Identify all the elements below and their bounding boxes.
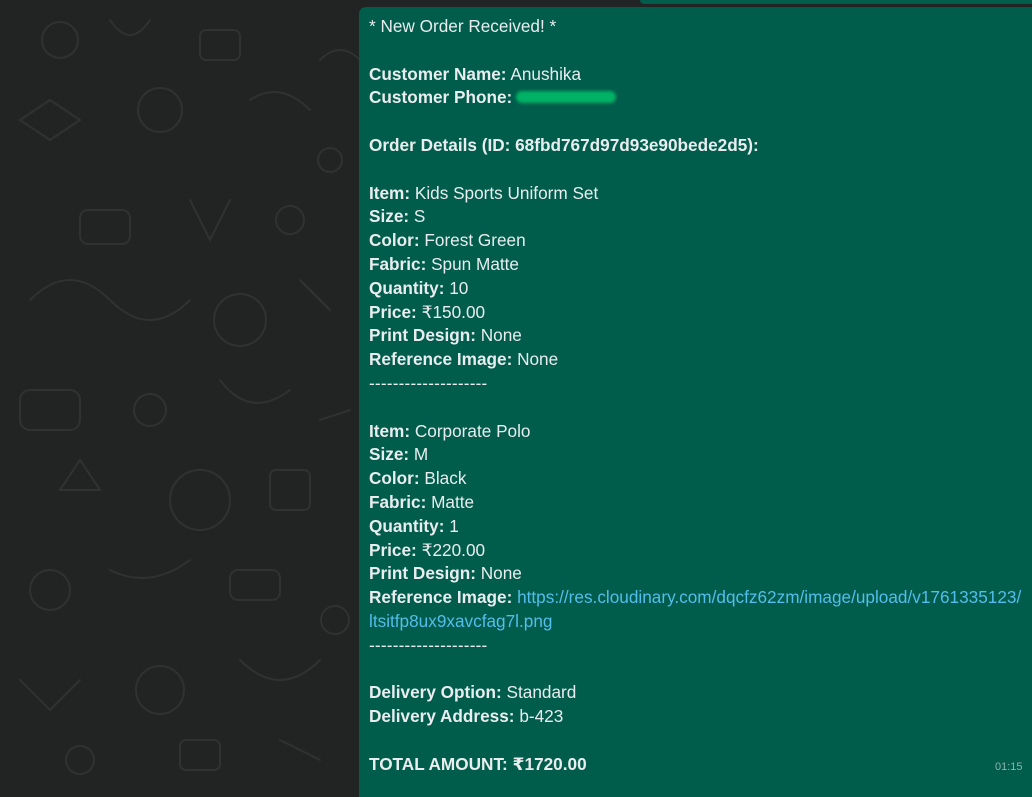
item-1-fabric-line: Fabric: Spun Matte: [369, 253, 1032, 277]
item-2-color-line: Color: Black: [369, 467, 1032, 491]
customer-name-value: Anushika: [510, 63, 582, 84]
item-1-reference-image: None: [517, 349, 559, 370]
order-details-label: Order Details (ID: 68fbd767d97d93e90bede…: [369, 134, 759, 155]
item-2-quantity-line: Quantity: 1: [369, 515, 1032, 539]
reference-image-label: Reference Image:: [369, 587, 513, 608]
item-1-fabric: Spun Matte: [431, 253, 519, 274]
item-1-price: ₹150.00: [421, 301, 486, 322]
color-label: Color:: [369, 230, 420, 251]
message-header: * New Order Received! *: [369, 16, 557, 36]
delivery-address-value: b-423: [519, 706, 564, 727]
quantity-label: Quantity:: [369, 277, 445, 298]
item-1-size: S: [413, 206, 426, 227]
phone-redaction-scribble: [516, 91, 617, 104]
separator: --------------------: [369, 372, 488, 393]
item-2-price: ₹220.00: [421, 539, 486, 560]
item-label: Item:: [369, 182, 411, 203]
item-1-name: Kids Sports Uniform Set: [414, 182, 599, 203]
color-label: Color:: [369, 468, 420, 489]
item-2-size: M: [413, 444, 429, 465]
delivery-option-line: Delivery Option: Standard: [369, 681, 1032, 705]
total-amount-line: TOTAL AMOUNT: ₹1720.00: [369, 753, 1032, 777]
previous-message-bubble-edge: [640, 0, 1032, 4]
item-2-quantity: 1: [449, 515, 459, 536]
reference-image-link-part2[interactable]: ltsitfp8ux9xavcfag7l.png: [369, 611, 552, 631]
delivery-address-label: Delivery Address:: [369, 706, 515, 727]
item-1-color-line: Color: Forest Green: [369, 229, 1032, 253]
print-design-label: Print Design:: [369, 563, 476, 584]
separator: --------------------: [369, 634, 488, 655]
item-2-reference-image-line-cont: ltsitfp8ux9xavcfag7l.png: [369, 610, 1032, 634]
order-message-bubble[interactable]: * New Order Received! * Customer Name: A…: [359, 7, 1032, 797]
item-1-price-line: Price: ₹150.00: [369, 301, 1032, 325]
size-label: Size:: [369, 444, 410, 465]
total-amount-label: TOTAL AMOUNT:: [369, 753, 508, 774]
delivery-option-label: Delivery Option:: [369, 682, 502, 703]
item-2-name: Corporate Polo: [414, 420, 531, 441]
total-amount-value: ₹1720.00: [512, 753, 587, 774]
item-2-reference-image-line: Reference Image: https://res.cloudinary.…: [369, 586, 1032, 610]
customer-name-line: Customer Name: Anushika: [369, 63, 1032, 87]
fabric-label: Fabric:: [369, 253, 427, 274]
item-2-print-design-line: Print Design: None: [369, 562, 1032, 586]
item-2-name-line: Item: Corporate Polo: [369, 420, 1032, 444]
print-design-label: Print Design:: [369, 325, 476, 346]
price-label: Price:: [369, 539, 417, 560]
reference-image-label: Reference Image:: [369, 349, 513, 370]
size-label: Size:: [369, 206, 410, 227]
fabric-label: Fabric:: [369, 491, 427, 512]
item-2-fabric-line: Fabric: Matte: [369, 491, 1032, 515]
item-1-name-line: Item: Kids Sports Uniform Set: [369, 182, 1032, 206]
item-1-print-design-line: Print Design: None: [369, 324, 1032, 348]
item-2-price-line: Price: ₹220.00: [369, 539, 1032, 563]
item-1-quantity-line: Quantity: 10: [369, 277, 1032, 301]
price-label: Price:: [369, 301, 417, 322]
item-2-size-line: Size: M: [369, 443, 1032, 467]
item-1-color: Forest Green: [424, 230, 526, 251]
customer-name-label: Customer Name:: [369, 63, 507, 84]
delivery-option-value: Standard: [506, 682, 577, 703]
item-2-fabric: Matte: [431, 491, 475, 512]
customer-phone-line: Customer Phone:: [369, 86, 1032, 110]
item-1-quantity: 10: [449, 277, 469, 298]
item-label: Item:: [369, 420, 411, 441]
item-2-print-design: None: [480, 563, 522, 584]
order-details-heading: Order Details (ID: 68fbd767d97d93e90bede…: [369, 134, 1032, 158]
message-timestamp: 01:15: [995, 761, 1023, 773]
customer-phone-label: Customer Phone:: [369, 87, 513, 108]
item-1-size-line: Size: S: [369, 205, 1032, 229]
item-1-reference-image-line: Reference Image: None: [369, 348, 1032, 372]
item-2-color: Black: [424, 468, 467, 489]
quantity-label: Quantity:: [369, 515, 445, 536]
item-1-print-design: None: [480, 325, 522, 346]
reference-image-link-part1[interactable]: https://res.cloudinary.com/dqcfz62zm/ima…: [517, 587, 1021, 607]
delivery-address-line: Delivery Address: b-423: [369, 705, 1032, 729]
